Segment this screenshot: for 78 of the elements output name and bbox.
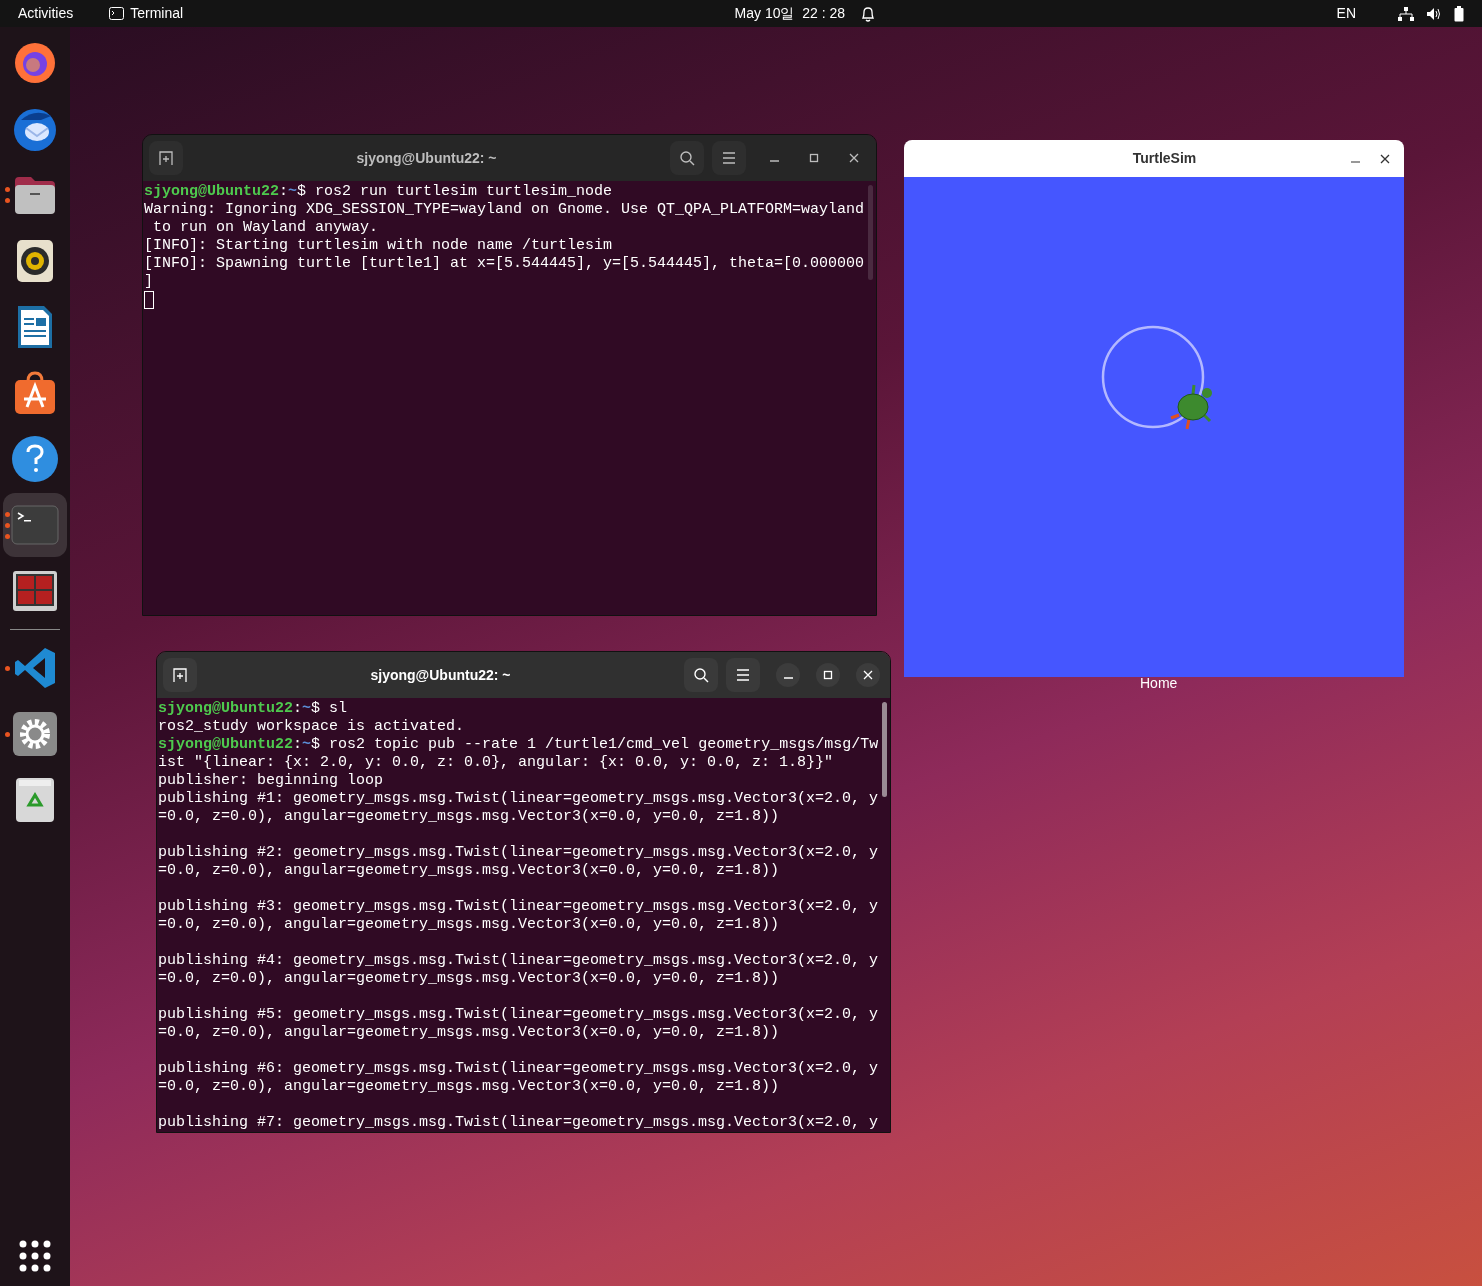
search-button[interactable] [670, 141, 704, 175]
minimize-icon [783, 677, 793, 679]
window-title: sjyong@Ubuntu22: ~ [369, 665, 512, 685]
new-tab-icon [158, 150, 174, 166]
folder-icon[interactable] [13, 175, 57, 215]
terminal-line: publishing #3: geometry_msgs.msg.Twist(linear=geometry_msgs.msg.Vector3(x=2.0, y [158, 898, 880, 916]
search-icon [679, 150, 695, 166]
menu-button[interactable] [712, 141, 746, 175]
terminal-line: publishing #5: geometry_msgs.msg.Twist(linear=geometry_msgs.msg.Vector3(x=2.0, y [158, 1006, 880, 1024]
firefox-icon[interactable] [13, 41, 57, 85]
terminal-line: Warning: Ignoring XDG_SESSION_TYPE=wayland on Gnome. Use QT_QPA_PLATFORM=wayland [144, 201, 866, 219]
terminal-line: sjyong@Ubuntu22:~$ ros2 run turtlesim turtlesim_node [144, 183, 614, 201]
terminal-line: ] [144, 273, 154, 291]
terminal-line: publishing #7: geometry_msgs.msg.Twist(linear=geometry_msgs.msg.Vector3(x=2.0, y [158, 1114, 880, 1132]
maximize-icon [809, 153, 819, 163]
close-button[interactable] [856, 663, 880, 687]
document-icon[interactable] [16, 304, 54, 350]
battery-icon[interactable] [1454, 5, 1464, 22]
turtle-icon [1169, 383, 1212, 431]
minimize-button[interactable] [776, 663, 800, 687]
terminal-line: publishing #4: geometry_msgs.msg.Twist(linear=geometry_msgs.msg.Vector3(x=2.0, y [158, 952, 880, 970]
terminal-line: =0.0, z=0.0), angular=geometry_msgs.msg.Vector3(x=0.0, y=0.0, z=1.8)) [158, 862, 781, 880]
terminal-line: ist "{linear: {x: 2.0, y: 0.0, z: 0.0}, angular: {x: 0.0, y: 0.0, z: 1.8}}" [158, 754, 835, 772]
terminal-grid-icon[interactable] [12, 570, 58, 612]
gear-icon[interactable] [12, 711, 58, 757]
running-indicator [5, 665, 10, 671]
minimize-icon[interactable] [1351, 160, 1360, 163]
terminal-line: sjyong@Ubuntu22:~$ sl [158, 700, 349, 718]
terminal-line: publishing #2: geometry_msgs.msg.Twist(linear=geometry_msgs.msg.Vector3(x=2.0, y [158, 844, 880, 862]
app-menu-label[interactable]: Terminal [130, 3, 184, 24]
terminal-line: publishing #6: geometry_msgs.msg.Twist(linear=geometry_msgs.msg.Vector3(x=2.0, y [158, 1060, 880, 1078]
terminal-line: [INFO]: Starting turtlesim with node name /turtlesim [144, 237, 614, 255]
terminal-line: =0.0, z=0.0), angular=geometry_msgs.msg.Vector3(x=0.0, y=0.0, z=1.8)) [158, 1078, 781, 1096]
code-editor-icon[interactable] [13, 646, 57, 690]
terminal-line: =0.0, z=0.0), angular=geometry_msgs.msg.Vector3(x=0.0, y=0.0, z=1.8)) [158, 808, 781, 826]
bird-envelope-icon[interactable] [11, 106, 59, 152]
terminal-line: [INFO]: Spawning turtle [turtle1] at x=[5.544445], y=[5.544445], theta=[0.000000 [144, 255, 866, 273]
new-tab-button[interactable] [163, 658, 197, 692]
search-icon [693, 667, 709, 683]
minimize-icon [769, 160, 779, 162]
text-cursor [144, 291, 154, 309]
running-indicator [5, 187, 10, 192]
terminal-line: =0.0, z=0.0), angular=geometry_msgs.msg.Vector3(x=0.0, y=0.0, z=1.8)) [158, 970, 781, 988]
menu-icon [736, 669, 750, 681]
window-title: TurtleSim [1132, 149, 1197, 168]
home-folder-label[interactable]: Home [1140, 673, 1178, 694]
close-icon [849, 153, 859, 163]
network-icon[interactable] [1398, 6, 1414, 21]
bell-icon[interactable] [861, 5, 876, 22]
terminal-line: sjyong@Ubuntu22:~$ ros2 topic pub --rate 1 /turtle1/cmd_vel geometry_msgs/msg/Tw [158, 736, 880, 754]
terminal-line: =0.0, z=0.0), angular=geometry_msgs.msg.Vector3(x=0.0, y=0.0, z=1.8)) [158, 916, 781, 934]
question-mark-icon[interactable] [12, 436, 58, 482]
terminal-line: =0.0, z=0.0), angular=geometry_msgs.msg.Vector3(x=0.0, y=0.0, z=1.8)) [158, 1024, 781, 1042]
shopping-bag-icon[interactable] [13, 371, 57, 415]
close-icon [863, 670, 873, 680]
terminal-icon [109, 7, 125, 20]
terminal-line: to run on Wayland anyway. [152, 219, 380, 237]
activities-button[interactable]: Activities [18, 3, 74, 24]
new-tab-button[interactable] [149, 141, 183, 175]
running-indicator [5, 731, 10, 737]
maximize-icon [823, 670, 833, 680]
terminal-line: ros2_study workspace is activated. [158, 718, 466, 736]
clock[interactable]: May 10일 22 : 28 [734, 3, 846, 24]
terminal-line: publisher: beginning loop [158, 772, 385, 790]
window-title: sjyong@Ubuntu22: ~ [355, 148, 498, 168]
keyboard-layout[interactable]: EN [1336, 3, 1356, 24]
search-button[interactable] [684, 658, 718, 692]
menu-button[interactable] [726, 658, 760, 692]
speaker-icon[interactable] [16, 239, 54, 283]
maximize-button[interactable] [816, 663, 840, 687]
volume-icon[interactable] [1426, 6, 1442, 21]
menu-icon [722, 152, 736, 164]
close-icon[interactable] [1380, 153, 1390, 164]
recycle-bin-icon[interactable] [15, 777, 55, 823]
new-tab-icon [172, 667, 188, 683]
running-indicator [5, 198, 10, 203]
app-grid-icon[interactable] [19, 1240, 51, 1272]
terminal-line: publishing #1: geometry_msgs.msg.Twist(linear=geometry_msgs.msg.Vector3(x=2.0, y [158, 790, 880, 808]
